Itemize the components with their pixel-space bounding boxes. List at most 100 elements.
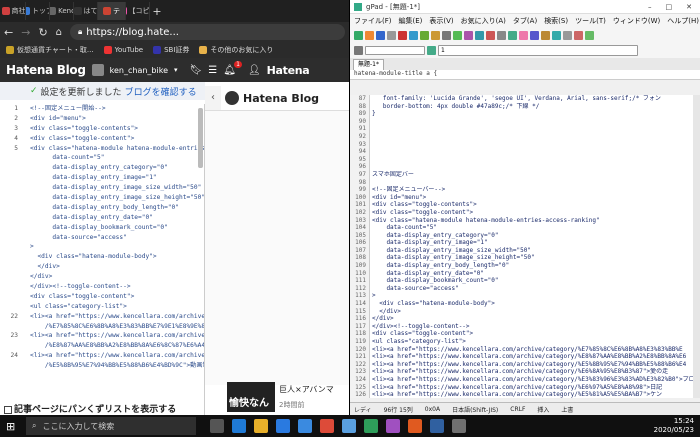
gpad-editor[interactable]: 87 font-family: 'Lucida Grande', 'segoe … <box>350 95 700 398</box>
view-blog-link[interactable]: ブログを確認する <box>125 85 197 98</box>
gpad-line: 121 <li><a href="https://www.kencellara.c… <box>350 353 700 361</box>
avatar[interactable] <box>91 64 104 76</box>
start-icon[interactable]: ⊞ <box>6 420 20 433</box>
refresh-icon[interactable]: ↻ <box>38 26 47 39</box>
doc-tab[interactable]: 無題-1* <box>353 59 384 70</box>
close-icon[interactable]: ✕ <box>686 3 692 11</box>
gpad-window: gPad - [無題-1*] – □ ✕ ファイル(F) 編集(E) 表示(V) お気… <box>350 0 700 415</box>
bookmark-item[interactable]: 仮想通貨チャート・取... <box>6 45 94 55</box>
toolbar-button-icon[interactable] <box>541 31 550 40</box>
menu-item[interactable]: 編集(E) <box>399 16 423 26</box>
app-icon-6[interactable] <box>452 419 466 433</box>
menu-item[interactable]: ヘルプ(H) <box>667 16 699 26</box>
browser-tab[interactable]: はて <box>74 2 98 20</box>
toolbar-button-icon[interactable] <box>453 31 462 40</box>
find-dropdown[interactable] <box>365 46 425 55</box>
gpad-line: 108 data-display_entry_image_size_height… <box>350 254 700 263</box>
explorer-icon[interactable] <box>254 419 268 433</box>
chevron-down-icon[interactable]: ▾ <box>174 66 178 74</box>
checkbox[interactable] <box>4 405 12 414</box>
home-icon[interactable]: ⌂ <box>56 27 62 38</box>
menu-item[interactable]: 表示(V) <box>429 16 453 26</box>
browser-tab[interactable]: テ <box>98 2 126 20</box>
menu-item[interactable]: ツール(T) <box>575 16 606 26</box>
browser-tab[interactable]: 商社 <box>2 2 26 20</box>
toolbar-button-icon[interactable] <box>486 31 495 40</box>
bookmark-item[interactable]: YouTube <box>103 46 143 54</box>
toolbar-button-icon[interactable] <box>387 31 396 40</box>
toolbar-button-icon[interactable] <box>376 31 385 40</box>
toolbar-button-icon[interactable] <box>497 31 506 40</box>
hatena-logo[interactable]: Hatena Blog <box>6 63 86 77</box>
store-icon[interactable] <box>276 419 290 433</box>
fold-marker <box>22 361 30 371</box>
app-icon-2[interactable] <box>364 419 378 433</box>
toolbar-button-icon[interactable] <box>420 31 429 40</box>
toolbar-button-icon[interactable] <box>442 31 451 40</box>
toolbar-button-icon[interactable] <box>552 31 561 40</box>
gpad-line: 100 <div id="menu"> <box>350 193 700 202</box>
gpad-line-text: data-display_entry_image="1" <box>372 239 488 247</box>
toolbar-button-icon[interactable] <box>475 31 484 40</box>
menu-icon[interactable]: ☰ <box>208 65 217 76</box>
taskbar-search[interactable]: ⌕ ここに入力して検索 <box>26 417 196 435</box>
gpad-scrollbar[interactable] <box>693 95 700 398</box>
tab-label: 【コピー <box>128 7 150 15</box>
toolbar-button-icon[interactable] <box>464 31 473 40</box>
preview-thumbnail[interactable]: 愉快なん <box>227 382 275 412</box>
menu-item[interactable]: お気に入り(A) <box>461 16 506 26</box>
maximize-icon[interactable]: □ <box>666 3 673 11</box>
mail-icon[interactable] <box>298 419 312 433</box>
user-menu-icon[interactable]: 👤︎ <box>248 65 261 76</box>
app-icon-3[interactable] <box>386 419 400 433</box>
code-text: </div> <box>30 273 53 281</box>
url-field[interactable]: 🔒︎ https://blog.hate... <box>70 24 345 40</box>
line-number: 2 <box>14 114 18 122</box>
forward-icon[interactable]: → <box>21 26 30 39</box>
gpad-line: 89} <box>350 110 700 118</box>
browser-tab[interactable]: 【コピー <box>126 2 150 20</box>
fold-marker <box>22 233 30 243</box>
toolbar-button-icon[interactable] <box>431 31 440 40</box>
app-icon-4[interactable] <box>408 419 422 433</box>
html-editor[interactable]: 1 <!--固定メニュー開始--> 2 <div id="menu"> 3 <div cl… <box>0 104 205 415</box>
preview-entry-title[interactable]: 巨人×アバンマ <box>279 384 349 395</box>
chrome-icon[interactable] <box>320 419 334 433</box>
toolbar-button-icon[interactable] <box>530 31 539 40</box>
code-line: 24 <li><a href="https://www.kencellara.co… <box>0 351 204 361</box>
toolbar-button-icon[interactable] <box>519 31 528 40</box>
menu-item[interactable]: タブ(A) <box>513 16 537 26</box>
username[interactable]: ken_chan_bike <box>110 66 168 75</box>
browser-tab[interactable]: トップ <box>26 2 50 20</box>
bell-icon[interactable]: 🔔︎ 1 <box>223 60 242 76</box>
toolbar-button-icon[interactable] <box>354 31 363 40</box>
new-tab-icon[interactable]: + <box>150 5 164 18</box>
edge-icon[interactable] <box>232 419 246 433</box>
hatena-logo-right[interactable]: Hatena <box>267 64 310 77</box>
app-icon-1[interactable] <box>342 419 356 433</box>
back-icon[interactable]: ← <box>4 26 13 39</box>
bookmark-icon[interactable]: 🔖︎ <box>190 65 203 76</box>
search-icon[interactable] <box>427 46 436 55</box>
fold-marker <box>22 223 30 233</box>
minimize-icon[interactable]: – <box>648 3 652 11</box>
toolbar-button-icon[interactable] <box>508 31 517 40</box>
app-icon-5[interactable] <box>430 419 444 433</box>
clock[interactable]: 15:24 2020/05/23 <box>654 417 694 435</box>
task-view-icon[interactable] <box>210 419 224 433</box>
toolbar-button-icon[interactable] <box>563 31 572 40</box>
editor-scrollbar[interactable] <box>198 108 203 168</box>
toolbar-button-icon[interactable] <box>365 31 374 40</box>
collapse-arrow-icon[interactable]: ‹ <box>205 86 221 110</box>
bookmark-item[interactable]: SBI証券 <box>153 45 189 55</box>
menu-item[interactable]: ファイル(F) <box>354 16 392 26</box>
toolbar-button-icon[interactable] <box>574 31 583 40</box>
toolbar-button-icon[interactable] <box>585 31 594 40</box>
bookmark-item[interactable]: その他のお気に入り <box>199 45 273 55</box>
menu-item[interactable]: 検索(S) <box>544 16 568 26</box>
toolbar-button-icon[interactable] <box>398 31 407 40</box>
browser-tab[interactable]: Kenc <box>50 2 74 20</box>
find-input[interactable]: 1 <box>438 45 638 56</box>
menu-item[interactable]: ウィンドウ(W) <box>613 16 660 26</box>
toolbar-button-icon[interactable] <box>409 31 418 40</box>
